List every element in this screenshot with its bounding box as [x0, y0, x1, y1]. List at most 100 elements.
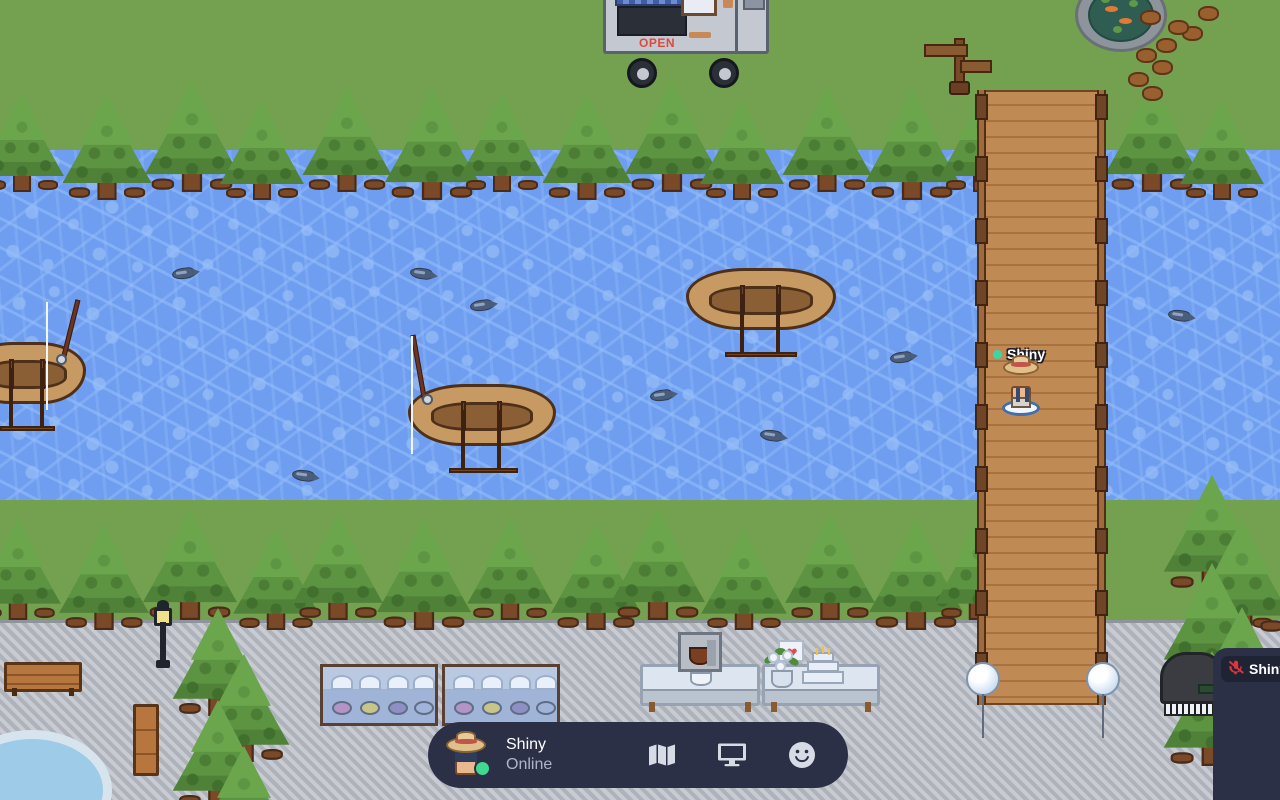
- tree-root: [518, 180, 538, 190]
- rowboat-left[interactable]: [0, 299, 86, 431]
- park-bench-vertical[interactable]: [133, 704, 159, 776]
- tree-root: [391, 186, 415, 198]
- coffee-machine[interactable]: [678, 632, 722, 672]
- boat-outrigger: [776, 294, 780, 356]
- boat-hull: [686, 268, 836, 330]
- hud-button-group: [646, 740, 832, 770]
- dock-rail-post: [975, 528, 988, 554]
- tree-texture: [785, 523, 875, 603]
- pine-tree: [700, 80, 784, 200]
- participant-panel[interactable]: Shiny: [1213, 648, 1280, 800]
- pastry-item: [414, 701, 434, 715]
- pastry-display-case[interactable]: [442, 664, 560, 726]
- fishing-reel: [56, 354, 67, 365]
- tree-root: [65, 617, 87, 628]
- tree-root: [383, 616, 407, 628]
- straw-hat-band: [1011, 362, 1031, 367]
- player-hud-bar[interactable]: Shiny Online: [428, 722, 848, 788]
- pine-tree: [610, 486, 706, 620]
- dock-rail-post: [975, 156, 988, 182]
- tree-root: [0, 180, 6, 190]
- participant-name: Shiny: [1249, 661, 1280, 677]
- game-viewport[interactable]: OPEN Shiny Shiny Online Shin: [0, 0, 1280, 800]
- player-strap: [1016, 388, 1020, 402]
- emoji-icon[interactable]: [786, 740, 818, 770]
- hud-avatar[interactable]: [444, 731, 491, 777]
- tree-root: [760, 617, 781, 628]
- pine-tree: [0, 72, 64, 192]
- tree-texture: [700, 110, 784, 184]
- tree-root: [355, 607, 377, 618]
- dock-rail-post: [1095, 218, 1108, 244]
- food-truck[interactable]: OPEN: [603, 0, 769, 88]
- pine-tree: [198, 724, 290, 800]
- lamp-post: [152, 600, 174, 668]
- player-strap: [1025, 388, 1029, 402]
- dock-rail-post: [1095, 280, 1108, 306]
- bench-leg: [69, 688, 74, 696]
- pastry-item: [536, 701, 556, 715]
- tree-root: [847, 607, 869, 618]
- tree-texture: [610, 519, 706, 603]
- rust-patch: [723, 0, 733, 8]
- stepping-stone: [1136, 48, 1157, 63]
- table-leg: [649, 702, 655, 712]
- cloche-dome: [331, 675, 353, 690]
- dock-rail-post: [975, 466, 988, 492]
- participant-tile[interactable]: Shiny: [1221, 656, 1280, 682]
- bench-leg: [12, 688, 17, 696]
- dock-rail-post: [1095, 342, 1108, 368]
- fishing-reel: [422, 394, 433, 405]
- tree-root: [68, 187, 91, 198]
- tree-root: [875, 616, 899, 628]
- tree-texture: [542, 104, 632, 184]
- dock-rail-post: [975, 280, 988, 306]
- screen-share-icon[interactable]: [716, 740, 748, 770]
- rowboat-center[interactable]: [408, 334, 556, 473]
- tree-root: [1170, 752, 1194, 764]
- pastry-display-case[interactable]: [320, 664, 438, 726]
- microphone-muted-icon: [1228, 659, 1244, 680]
- tree-texture: [220, 110, 304, 184]
- table-leg: [865, 702, 871, 712]
- rowboat-upper[interactable]: [686, 268, 836, 357]
- dock-rail-post: [975, 590, 988, 616]
- balloon-decoration: [1086, 662, 1120, 696]
- wooden-dock[interactable]: [983, 90, 1103, 705]
- cloche-dome: [359, 675, 381, 690]
- dock-rail-post: [975, 94, 988, 120]
- tree-root: [791, 607, 813, 618]
- signpost-arm-left: [924, 44, 968, 57]
- tree-root: [308, 179, 331, 190]
- tree-root: [179, 795, 201, 800]
- park-bench[interactable]: [4, 662, 82, 696]
- pine-tree: [62, 73, 152, 200]
- table-skirt: [643, 689, 757, 703]
- fishing-line: [46, 302, 48, 410]
- rust-patch: [689, 32, 711, 38]
- wedding-cake[interactable]: [802, 646, 844, 684]
- tree-texture: [0, 102, 64, 176]
- player-avatar[interactable]: [1002, 355, 1040, 416]
- flower-vase[interactable]: [762, 640, 804, 688]
- tree-root: [946, 180, 966, 190]
- pine-tree: [59, 502, 149, 630]
- lamp-base: [156, 660, 170, 668]
- tree-root: [226, 188, 246, 198]
- map-icon[interactable]: [646, 740, 678, 770]
- boat-interior: [709, 285, 813, 315]
- tree-root: [1111, 178, 1135, 190]
- dock-rail-post: [975, 404, 988, 430]
- open-sign: OPEN: [639, 36, 676, 50]
- food-truck-wheel: [709, 58, 739, 88]
- boat-hull: [408, 384, 556, 446]
- tree-root: [843, 179, 866, 190]
- cloche-dome: [453, 675, 475, 690]
- tree-root: [441, 616, 465, 628]
- tree-root: [617, 606, 641, 618]
- table-leg: [745, 702, 751, 712]
- koi-fish: [1119, 18, 1132, 24]
- boat-outrigger: [40, 368, 45, 430]
- dock-rail-post: [975, 218, 988, 244]
- signpost[interactable]: [924, 30, 992, 95]
